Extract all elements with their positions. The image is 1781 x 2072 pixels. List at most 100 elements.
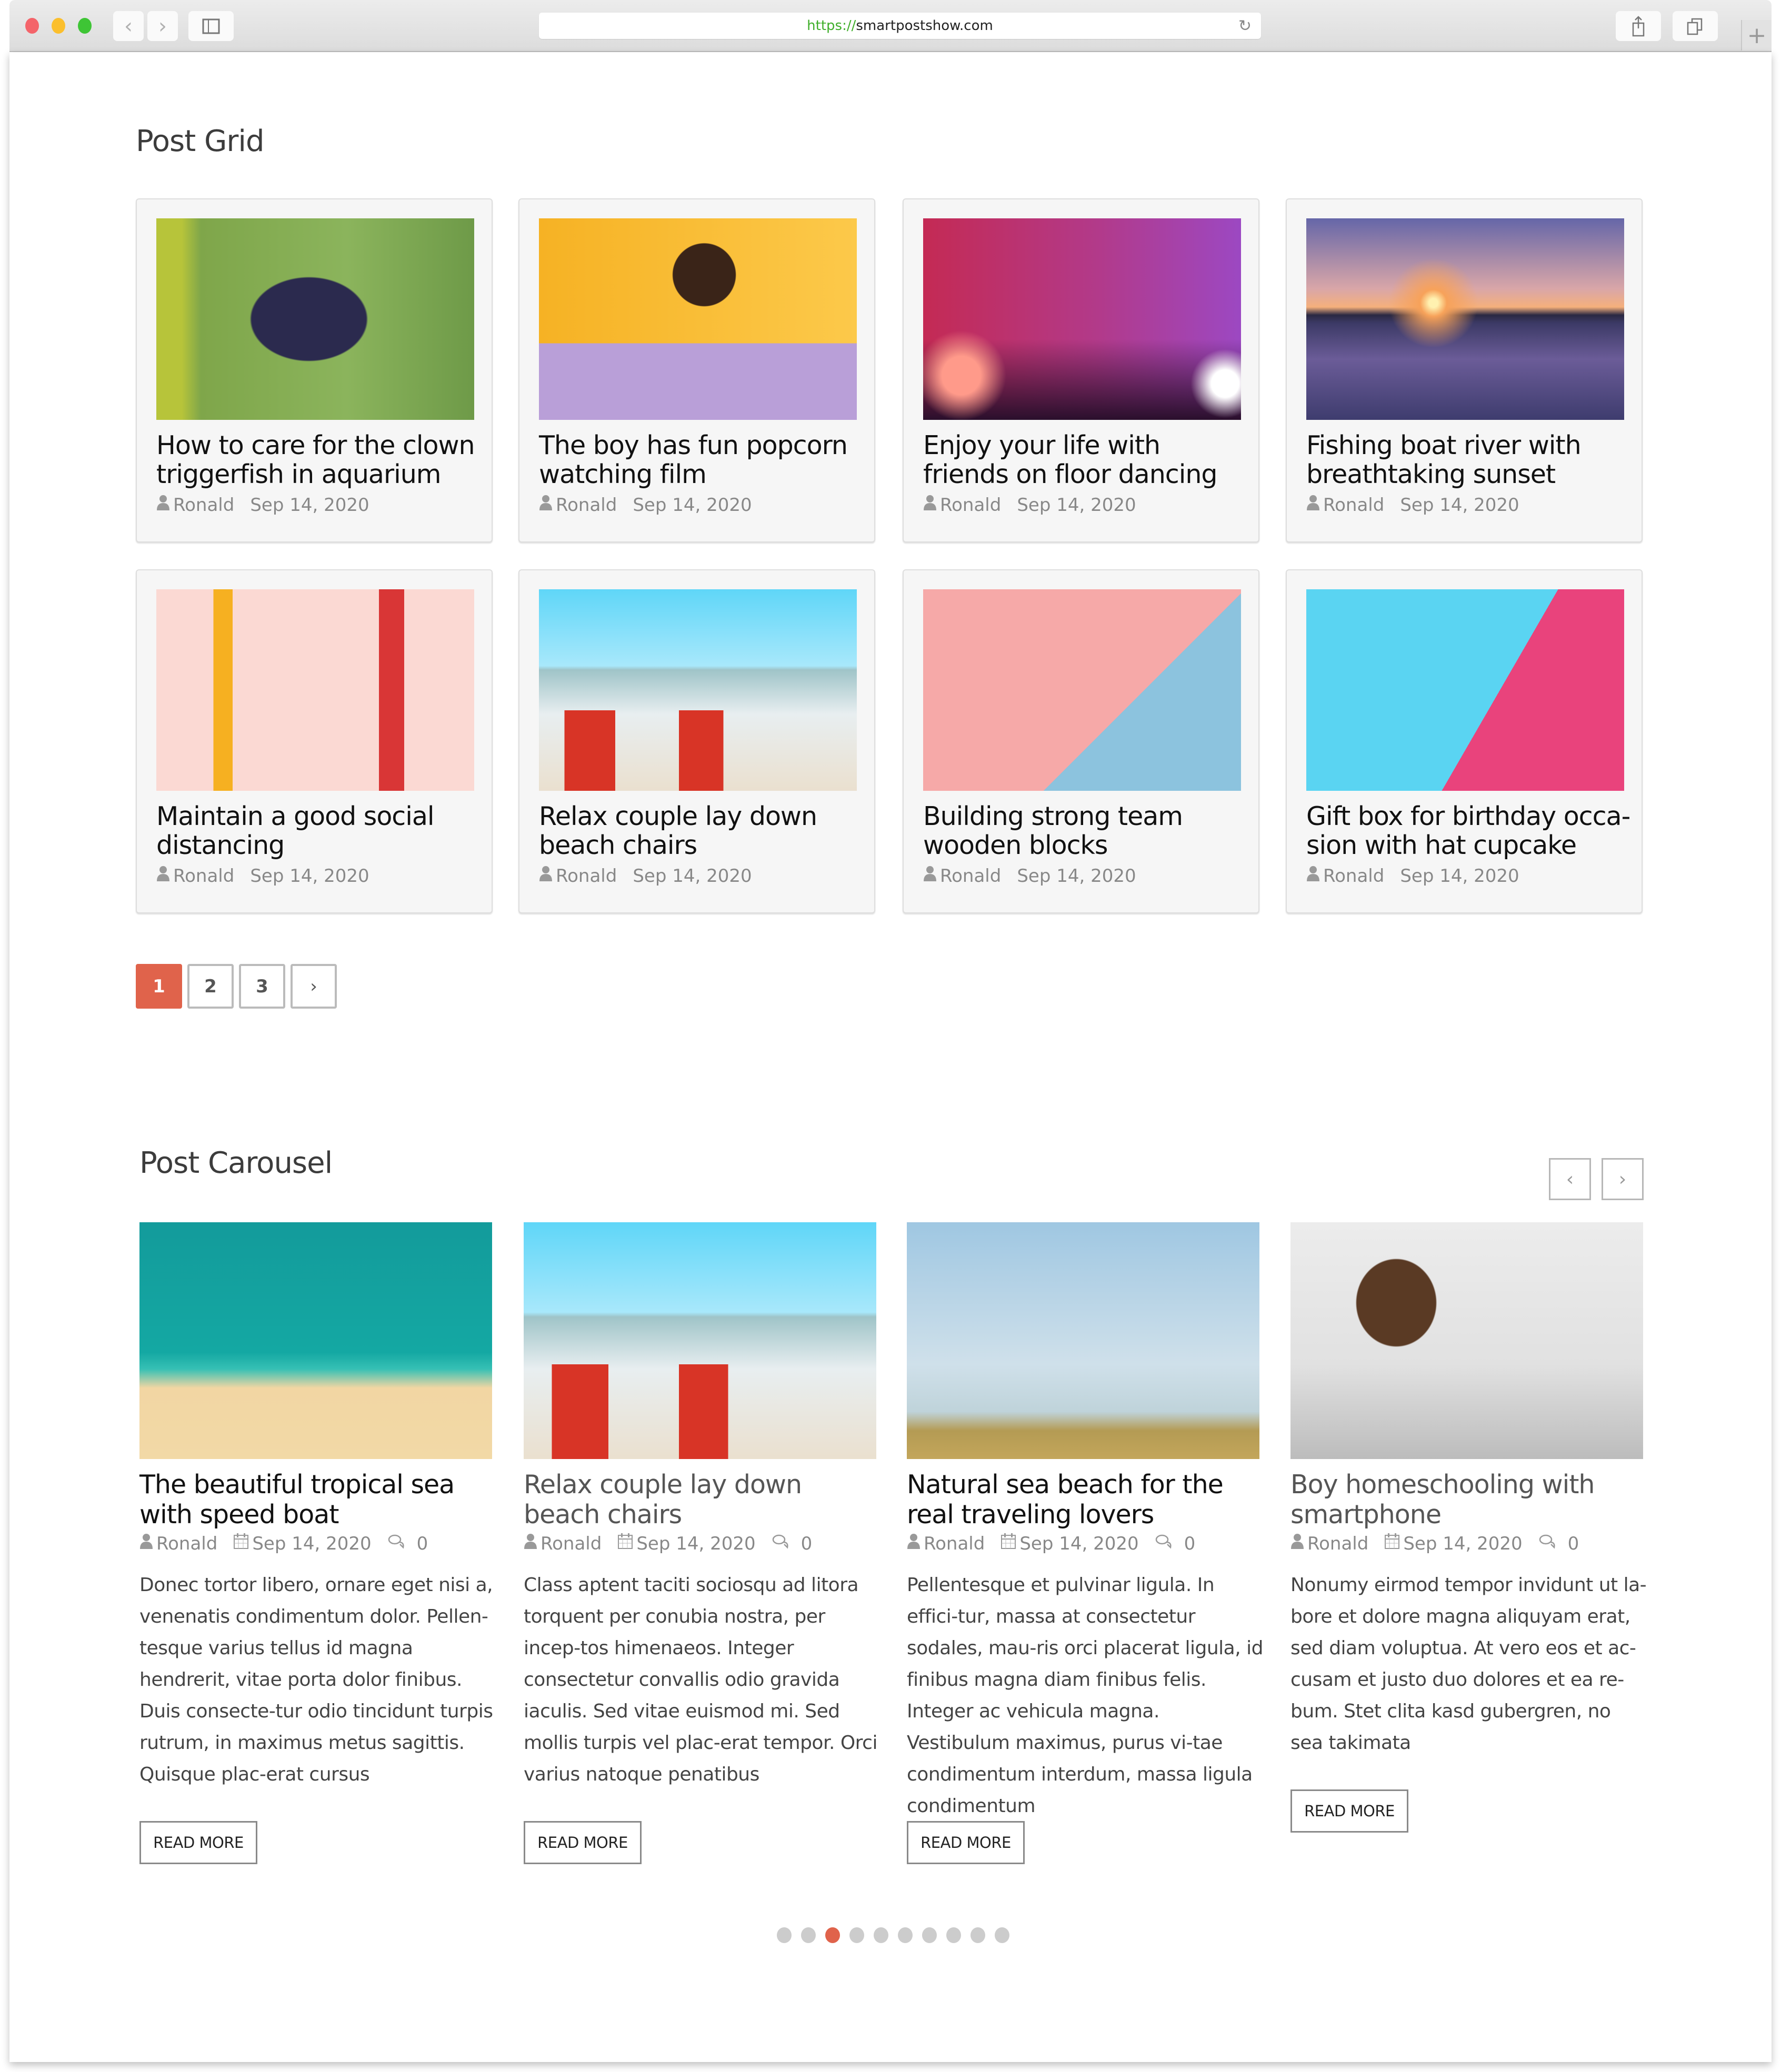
- post-author[interactable]: Ronald: [1323, 866, 1384, 887]
- post-title-link[interactable]: The beautiful tropical sea with speed bo…: [139, 1470, 497, 1530]
- post-title-link[interactable]: Relax couple lay down beach chairs: [524, 1470, 882, 1530]
- post-thumbnail[interactable]: [1306, 589, 1624, 791]
- post-thumbnail[interactable]: [923, 589, 1241, 791]
- address-bar[interactable]: https://smartpostshow.com ↻: [539, 13, 1261, 39]
- user-icon: [524, 1533, 537, 1554]
- comment-count[interactable]: 0: [417, 1533, 428, 1554]
- post-author[interactable]: Ronald: [556, 495, 617, 516]
- carousel-dot[interactable]: [849, 1927, 864, 1943]
- page-2-button[interactable]: 2: [187, 964, 234, 1009]
- calendar-icon: [1000, 1533, 1016, 1554]
- post-meta: Ronald Sep 14, 2020: [156, 494, 369, 516]
- post-card[interactable]: How to care for the clown triggerfish in…: [136, 198, 493, 542]
- carousel-dot[interactable]: [777, 1927, 792, 1943]
- user-icon: [1306, 865, 1320, 887]
- post-date: Sep 14, 2020: [250, 865, 369, 887]
- user-icon: [156, 865, 170, 887]
- chevron-right-icon: ›: [310, 975, 317, 997]
- comments-icon: [387, 1533, 406, 1554]
- share-button[interactable]: [1616, 11, 1661, 41]
- carousel-dot[interactable]: [946, 1927, 961, 1943]
- post-author[interactable]: Ronald: [940, 495, 1001, 516]
- comment-count[interactable]: 0: [1184, 1533, 1196, 1554]
- post-title-link[interactable]: Maintain a good social distancing: [156, 802, 483, 860]
- post-thumbnail[interactable]: [907, 1222, 1259, 1459]
- post-thumbnail[interactable]: [539, 218, 857, 420]
- post-excerpt: Class aptent taciti sociosqu ad litora t…: [524, 1574, 877, 1785]
- post-thumbnail[interactable]: [139, 1222, 492, 1459]
- maximize-window-button[interactable]: [78, 18, 92, 34]
- post-author[interactable]: Ronald: [1307, 1533, 1368, 1554]
- reload-icon[interactable]: ↻: [1238, 17, 1252, 35]
- post-title-link[interactable]: Gift box for birthday occa-sion with hat…: [1306, 802, 1633, 860]
- post-meta: Ronald Sep 14, 2020: [1306, 865, 1519, 887]
- post-meta: Ronald Sep 14, 2020: [156, 865, 369, 887]
- read-more-button[interactable]: READ MORE: [907, 1821, 1025, 1864]
- post-card[interactable]: Relax couple lay down beach chairs Ronald…: [518, 569, 875, 913]
- post-card[interactable]: Building strong team wooden blocks Ronald…: [903, 569, 1259, 913]
- comment-count[interactable]: 0: [801, 1533, 813, 1554]
- post-author[interactable]: Ronald: [924, 1533, 985, 1554]
- forward-button[interactable]: ›: [147, 11, 178, 41]
- post-author[interactable]: Ronald: [173, 866, 234, 887]
- post-author[interactable]: Ronald: [541, 1533, 602, 1554]
- post-title-link[interactable]: How to care for the clown triggerfish in…: [156, 431, 483, 489]
- post-card[interactable]: Gift box for birthday occa-sion with hat…: [1286, 569, 1643, 913]
- page-3-button[interactable]: 3: [239, 964, 285, 1009]
- carousel-dot[interactable]: [825, 1927, 840, 1943]
- back-button[interactable]: ‹: [113, 11, 144, 41]
- carousel-dot[interactable]: [801, 1927, 816, 1943]
- read-more-button[interactable]: READ MORE: [139, 1821, 257, 1864]
- comment-count[interactable]: 0: [1568, 1533, 1579, 1554]
- chevron-right-icon: ›: [158, 14, 167, 38]
- next-page-button[interactable]: ›: [291, 964, 337, 1009]
- post-author[interactable]: Ronald: [173, 495, 234, 516]
- post-title-link[interactable]: Relax couple lay down beach chairs: [539, 802, 865, 860]
- share-icon: [1632, 15, 1645, 36]
- new-tab-button[interactable]: +: [1741, 20, 1772, 51]
- post-excerpt: Pellentesque et pulvinar ligula. In effi…: [907, 1574, 1263, 1817]
- post-author[interactable]: Ronald: [156, 1533, 217, 1554]
- comments-icon: [1538, 1533, 1557, 1554]
- post-thumbnail[interactable]: [1306, 218, 1624, 420]
- post-thumbnail[interactable]: [524, 1222, 876, 1459]
- post-meta: Ronald Sep 14, 2020: [923, 494, 1136, 516]
- post-thumbnail[interactable]: [1290, 1222, 1643, 1459]
- read-more-button[interactable]: READ MORE: [1290, 1789, 1408, 1833]
- carousel-prev-button[interactable]: ‹: [1549, 1158, 1591, 1200]
- read-more-button[interactable]: READ MORE: [524, 1821, 642, 1864]
- post-title-link[interactable]: The boy has fun popcorn watching film: [539, 431, 865, 489]
- sidebar-toggle-button[interactable]: [188, 11, 234, 41]
- post-date: Sep 14, 2020: [1400, 865, 1519, 887]
- post-thumbnail[interactable]: [923, 218, 1241, 420]
- carousel-next-button[interactable]: ›: [1602, 1158, 1644, 1200]
- post-title-link[interactable]: Fishing boat river with breathtaking sun…: [1306, 431, 1633, 489]
- post-thumbnail[interactable]: [539, 589, 857, 791]
- carousel-dot[interactable]: [922, 1927, 937, 1943]
- carousel-dot[interactable]: [898, 1927, 913, 1943]
- chevron-right-icon: ›: [1618, 1168, 1627, 1190]
- post-card[interactable]: Maintain a good social distancing Ronald S…: [136, 569, 493, 913]
- user-icon: [923, 865, 937, 887]
- carousel-dot[interactable]: [995, 1927, 1009, 1943]
- minimize-window-button[interactable]: [52, 18, 65, 34]
- post-thumbnail[interactable]: [156, 589, 474, 791]
- post-author[interactable]: Ronald: [556, 866, 617, 887]
- post-thumbnail[interactable]: [156, 218, 474, 420]
- post-carousel-title: Post Carousel: [139, 1146, 333, 1180]
- post-title-link[interactable]: Building strong team wooden blocks: [923, 802, 1249, 860]
- post-author[interactable]: Ronald: [940, 866, 1001, 887]
- page-1-button[interactable]: 1: [136, 964, 182, 1009]
- carousel-dot[interactable]: [970, 1927, 985, 1943]
- carousel-dot[interactable]: [874, 1927, 888, 1943]
- post-author[interactable]: Ronald: [1323, 495, 1384, 516]
- post-title-link[interactable]: Enjoy your life with friends on floor da…: [923, 431, 1249, 489]
- close-window-button[interactable]: [25, 18, 39, 34]
- post-meta: Ronald Sep 14, 2020 0: [139, 1533, 428, 1554]
- post-title-link[interactable]: Natural sea beach for the real traveling…: [907, 1470, 1265, 1530]
- post-title-link[interactable]: Boy homeschooling with smartphone: [1290, 1470, 1648, 1530]
- post-card[interactable]: Fishing boat river with breathtaking sun…: [1286, 198, 1643, 542]
- tabs-overview-button[interactable]: [1673, 11, 1718, 41]
- post-card[interactable]: The boy has fun popcorn watching film Ron…: [518, 198, 875, 542]
- post-card[interactable]: Enjoy your life with friends on floor da…: [903, 198, 1259, 542]
